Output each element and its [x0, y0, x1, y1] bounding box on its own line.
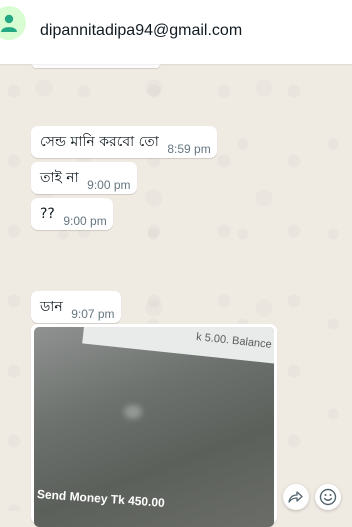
photo-glare [124, 405, 142, 419]
message-text: ডান [40, 299, 63, 315]
emoji-button[interactable] [315, 484, 341, 510]
message-time: 9:00 pm [87, 178, 131, 192]
image-message[interactable]: k 5.00. Balance Send Money Tk 450.00 [31, 324, 277, 527]
chat-header[interactable]: dipannitadipa94@gmail.com [0, 0, 352, 64]
message-bubble[interactable]: ?? 9:00 pm [31, 198, 113, 230]
message-text: তাই না [40, 170, 79, 186]
message-time: 9:00 pm [63, 214, 107, 228]
forward-icon [288, 491, 303, 503]
message-bubble[interactable]: তাই না 9:00 pm [31, 162, 137, 194]
message-bubble[interactable]: সেন্ড মানি করবো তো 8:59 pm [31, 126, 217, 158]
contact-avatar[interactable] [0, 6, 26, 40]
message-text: সেন্ড মানি করবো তো [40, 134, 159, 150]
previous-message-bubble [32, 64, 160, 68]
contact-name[interactable]: dipannitadipa94@gmail.com [40, 22, 242, 40]
message-time: 9:07 pm [71, 307, 115, 321]
message-time: 8:59 pm [167, 142, 211, 156]
forward-button[interactable] [283, 484, 309, 510]
message-text: ?? [40, 206, 55, 222]
person-icon [1, 14, 17, 32]
image-attachment[interactable]: k 5.00. Balance Send Money Tk 450.00 [34, 327, 274, 527]
photo-bottom-text: Send Money Tk 450.00 [36, 487, 166, 510]
message-bubble[interactable]: ডান 9:07 pm [31, 291, 121, 323]
emoji-icon [319, 488, 337, 506]
